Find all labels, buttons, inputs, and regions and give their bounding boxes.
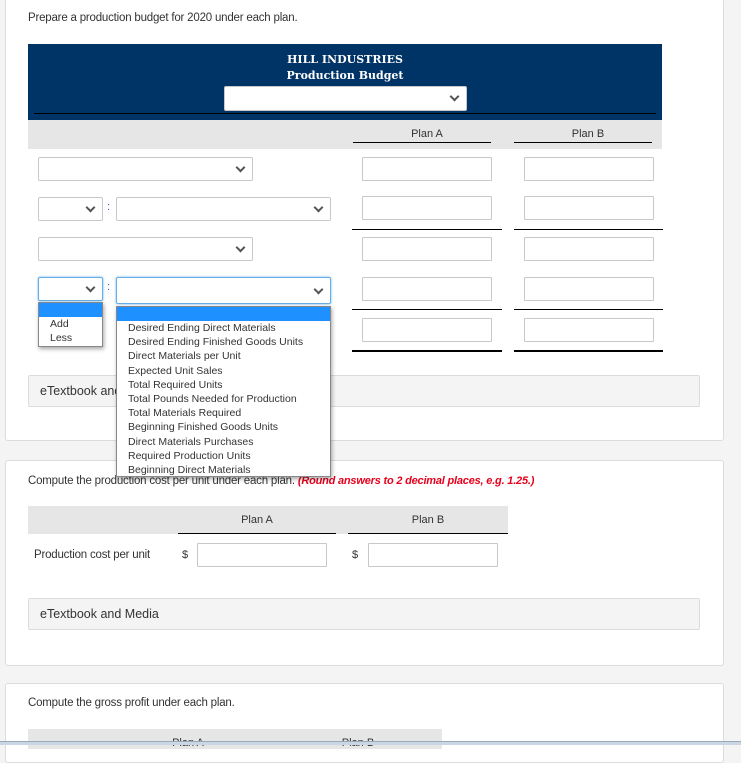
col-plan-a-underline [353,142,491,143]
row4-subtotal-rule-b [514,309,663,310]
col-plan-b-underline [514,142,652,143]
row2-plan-b-input[interactable] [524,196,654,220]
chevron-down-icon [235,162,246,173]
total-rule-b [514,350,663,352]
chevron-down-icon [313,202,324,213]
total-rule-a [352,350,502,352]
dropdown-option-blank[interactable] [39,303,102,317]
row3-plan-b-input[interactable] [524,237,654,261]
row2-operation-select[interactable] [38,197,103,221]
col-plan-b: Plan B [571,128,605,140]
cost-column-header: Plan A Plan B [28,506,508,534]
row4-subtotal-rule-a [352,309,502,310]
rounding-hint: (Round answers to 2 decimal places, e.g.… [297,475,535,487]
row2-subtotal-rule-a [352,229,502,230]
currency-symbol-a: $ [182,549,189,561]
col-plan-b-underline [348,533,508,534]
section1-prompt: Prepare a production budget for 2020 und… [28,12,298,24]
budget-header: HILL INDUSTRIES Production Budget [28,44,662,120]
row2-subtotal-rule-b [514,229,663,230]
row3-label-select[interactable] [38,237,253,261]
company-name: HILL INDUSTRIES [287,53,403,66]
chevron-down-icon [449,91,460,102]
header-rule [34,113,656,114]
cost-plan-b-input[interactable] [368,543,498,567]
col-plan-a-underline [178,533,336,534]
row1-plan-b-input[interactable] [524,157,654,181]
window-bottom-edge [0,741,741,745]
row5-plan-a-input[interactable] [362,318,492,342]
row4-operation-select[interactable] [38,277,103,301]
currency-symbol-b: $ [352,549,359,561]
col-plan-a: Plan A [411,128,443,140]
chevron-down-icon [313,284,324,295]
gross-profit-column-header: Plan A Plan B [28,729,442,749]
dropdown-option[interactable]: Desired Ending Finished Goods Units [117,335,330,349]
label-dropdown-list[interactable]: Desired Ending Direct Materials Desired … [116,306,331,477]
dropdown-option[interactable]: Desired Ending Direct Materials [117,321,330,335]
dropdown-option-blank[interactable] [117,307,330,321]
budget-column-header: Plan A Plan B [28,120,662,149]
row2-plan-a-input[interactable] [362,196,492,220]
dropdown-option[interactable]: Less [39,331,102,345]
row4-plan-a-input[interactable] [362,277,492,301]
row4-plan-b-input[interactable] [524,277,654,301]
dropdown-option[interactable]: Expected Unit Sales [117,364,330,378]
row3-plan-a-input[interactable] [362,237,492,261]
row1-plan-a-input[interactable] [362,157,492,181]
cost-plan-a-input[interactable] [197,543,327,567]
cost-per-unit-card [5,460,724,666]
section3-prompt: Compute the gross profit under each plan… [28,697,235,709]
dropdown-option[interactable]: Add [39,317,102,331]
chevron-down-icon [235,242,246,253]
row4-colon: : [107,281,111,293]
dropdown-option[interactable]: Total Pounds Needed for Production [117,392,330,406]
operation-dropdown-list[interactable]: Add Less [38,302,103,347]
period-select[interactable] [224,86,467,111]
dropdown-option[interactable]: Total Required Units [117,378,330,392]
chevron-down-icon [85,282,96,293]
dropdown-option[interactable]: Total Materials Required [117,406,330,420]
dropdown-option[interactable]: Direct Materials per Unit [117,349,330,363]
production-cost-label: Production cost per unit [34,549,151,561]
col-plan-b: Plan B [411,514,445,526]
row4-label-select[interactable] [116,277,331,304]
gross-profit-card [5,683,724,763]
dropdown-option[interactable]: Required Production Units [117,449,330,463]
row2-label-select[interactable] [116,197,331,221]
dropdown-option[interactable]: Beginning Direct Materials [117,463,330,476]
row1-label-select[interactable] [38,157,253,181]
col-plan-a: Plan A [241,514,273,526]
budget-title: Production Budget [286,69,404,82]
etextbook-media-link-2[interactable]: eTextbook and Media [28,598,700,630]
row2-colon: : [107,201,111,213]
chevron-down-icon [85,202,96,213]
row5-plan-b-input[interactable] [524,318,654,342]
dropdown-option[interactable]: Direct Materials Purchases [117,435,330,449]
dropdown-option[interactable]: Beginning Finished Goods Units [117,420,330,434]
